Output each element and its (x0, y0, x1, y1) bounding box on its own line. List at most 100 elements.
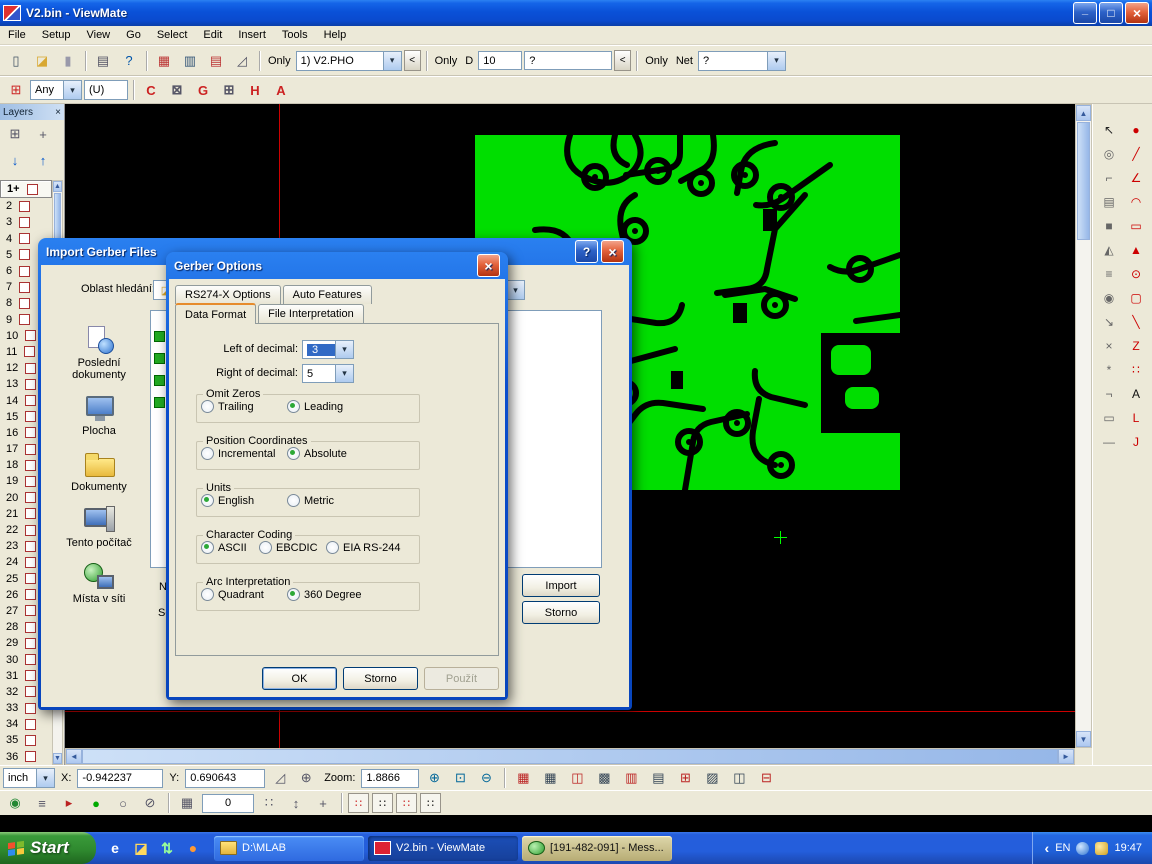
net-grid-icon[interactable]: ⊞ (217, 78, 241, 102)
radio-quadrant[interactable]: Quadrant (201, 588, 287, 601)
zoom-window-icon[interactable]: ⊡ (448, 766, 472, 790)
scroll-down-icon[interactable]: ▼ (1076, 731, 1091, 747)
taskbar-task[interactable]: V2.bin - ViewMate (368, 836, 518, 861)
close-button[interactable] (601, 240, 624, 263)
layer-add-icon[interactable]: + (30, 122, 56, 146)
layers-icon[interactable]: ≡ (30, 791, 54, 815)
layer-up-icon[interactable]: ↑ (30, 148, 56, 172)
help-pointer-icon[interactable]: ? (117, 49, 141, 73)
net-combo[interactable]: ? (698, 51, 786, 71)
chevron-down-icon[interactable] (63, 81, 81, 99)
menu-view[interactable]: View (78, 29, 118, 41)
h-select-icon[interactable]: H (243, 78, 267, 102)
close-icon[interactable]: × (55, 107, 61, 118)
layer-checkbox[interactable] (25, 460, 36, 471)
only-layer-label[interactable]: Only (265, 55, 294, 67)
help-button[interactable] (575, 240, 598, 263)
move-icon[interactable]: ↘ (1096, 310, 1122, 333)
close-button[interactable] (477, 254, 500, 277)
cell-grid-icon[interactable]: ▤ (646, 766, 670, 790)
scroll-up-icon[interactable]: ▲ (53, 181, 62, 192)
scroll-down-icon[interactable]: ▼ (53, 753, 62, 764)
units-combo[interactable]: inch (3, 768, 55, 788)
highlight-icon[interactable]: ▦ (152, 49, 176, 73)
pattern-black2-icon[interactable]: ∷ (420, 793, 441, 813)
layer-checkbox[interactable] (25, 557, 36, 568)
pan-icon[interactable]: + (311, 791, 335, 815)
step-field[interactable]: 0 (202, 794, 254, 813)
layer-checkbox[interactable] (19, 298, 30, 309)
new-file-icon[interactable]: ▯ (4, 49, 28, 73)
menu-file[interactable]: File (0, 29, 34, 41)
dash-icon[interactable]: — (1096, 430, 1122, 453)
menu-help[interactable]: Help (316, 29, 355, 41)
canvas-hscrollbar[interactable]: ◄ ► (65, 748, 1075, 765)
layer-checkbox[interactable] (19, 314, 30, 325)
hatch-icon[interactable]: ▤ (1096, 190, 1122, 213)
scrollbar-thumb[interactable] (82, 749, 1058, 764)
zoom-in-icon[interactable]: ⊕ (422, 766, 446, 790)
menu-go[interactable]: Go (118, 29, 149, 41)
select-pointer-icon[interactable]: ↖ (1096, 118, 1122, 141)
c-select-icon[interactable]: C (139, 78, 163, 102)
triangle-icon[interactable]: ▲ (1123, 238, 1149, 261)
y-coordinate-field[interactable]: 0.690643 (185, 769, 265, 788)
scroll-left-icon[interactable]: ◄ (66, 749, 82, 764)
concentric-icon[interactable]: ◎ (1096, 142, 1122, 165)
any-combo[interactable]: Any (30, 80, 82, 100)
chevron-down-icon[interactable] (335, 365, 353, 382)
probe-icon[interactable]: ⊘ (138, 791, 162, 815)
sync-icon[interactable]: ⇅ (156, 836, 178, 860)
place-tento-po-ta[interactable]: Tento počítač (52, 506, 146, 549)
anchor-icon[interactable]: ↕ (284, 791, 308, 815)
radio-360-degree[interactable]: 360 Degree (287, 588, 362, 601)
layer-row[interactable]: 2 (0, 198, 52, 214)
left-of-decimal-combo[interactable]: 3 (302, 340, 354, 359)
scroll-up-icon[interactable]: ▲ (1076, 105, 1091, 121)
layer-checkbox[interactable] (19, 282, 30, 293)
place-m-sta-v-s-ti[interactable]: Místa v síti (52, 562, 146, 605)
layer-checkbox[interactable] (25, 751, 36, 762)
table-icon[interactable]: ▤ (204, 49, 228, 73)
grid-select-icon[interactable]: ⊞ (4, 78, 28, 102)
place-dokumenty[interactable]: Dokumenty (52, 450, 146, 493)
area-grid-icon[interactable]: ▨ (700, 766, 724, 790)
pad-icon[interactable]: ● (1123, 118, 1149, 141)
layer-checkbox[interactable] (25, 525, 36, 536)
browser-icon[interactable]: ● (182, 836, 204, 860)
layer-checkbox[interactable] (19, 217, 30, 228)
layer-checkbox[interactable] (25, 508, 36, 519)
layer-checkbox[interactable] (25, 703, 36, 714)
layer-checkbox[interactable] (27, 184, 38, 195)
layer-checkbox[interactable] (25, 427, 36, 438)
dcode-filter-field[interactable]: ? (524, 51, 612, 70)
pattern-red2-icon[interactable]: ∷ (396, 793, 417, 813)
open-file-icon[interactable]: ◪ (30, 49, 54, 73)
line-icon[interactable]: ╱ (1123, 142, 1149, 165)
pattern-red-icon[interactable]: ∷ (348, 793, 369, 813)
print-icon[interactable]: ▤ (91, 49, 115, 73)
layer-row[interactable]: 34 (0, 716, 52, 732)
via-grid-icon[interactable]: ▩ (592, 766, 616, 790)
save-icon[interactable]: ▮ (56, 49, 80, 73)
radio-ascii[interactable]: ASCII (201, 541, 259, 554)
layer-checkbox[interactable] (25, 330, 36, 341)
layer-checkbox[interactable] (25, 670, 36, 681)
menu-select[interactable]: Select (149, 29, 196, 41)
layer-checkbox[interactable] (19, 266, 30, 277)
dots-icon[interactable]: ∷ (1123, 358, 1149, 381)
flash-grid-icon[interactable]: ▦ (511, 766, 535, 790)
stack-icon[interactable]: ≡ (1096, 262, 1122, 285)
layer-checkbox[interactable] (25, 541, 36, 552)
plane-grid-icon[interactable]: ◫ (727, 766, 751, 790)
chevron-down-icon[interactable] (767, 52, 785, 70)
j-hook-icon[interactable]: J (1123, 430, 1149, 453)
circle-pad-icon[interactable]: ⊙ (1123, 262, 1149, 285)
measure-icon[interactable]: ◿ (230, 49, 254, 73)
layer-checkbox[interactable] (25, 686, 36, 697)
language-indicator[interactable]: EN (1055, 842, 1070, 854)
layer-combo[interactable]: 1) V2.PHO (296, 51, 402, 71)
dcode-field[interactable]: 10 (478, 51, 522, 70)
radio-leading[interactable]: Leading (287, 400, 343, 413)
radio-absolute[interactable]: Absolute (287, 447, 347, 460)
